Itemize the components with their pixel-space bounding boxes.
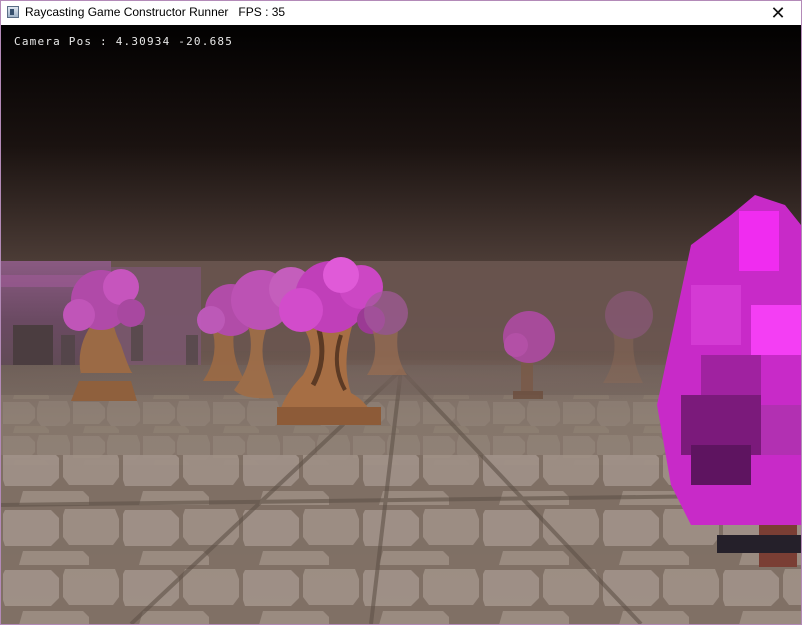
rendered-scene	[1, 25, 801, 624]
game-viewport[interactable]: Camera Pos : 4.30934 -20.685	[1, 25, 801, 624]
close-button[interactable]: ✕	[755, 1, 801, 25]
title-bar[interactable]: Raycasting Game Constructor Runner FPS :…	[1, 1, 801, 25]
game-window: Raycasting Game Constructor Runner FPS :…	[0, 0, 802, 625]
camera-position-readout: Camera Pos : 4.30934 -20.685	[14, 35, 234, 48]
app-window-icon	[7, 6, 19, 18]
window-title: Raycasting Game Constructor Runner FPS :…	[25, 5, 286, 19]
